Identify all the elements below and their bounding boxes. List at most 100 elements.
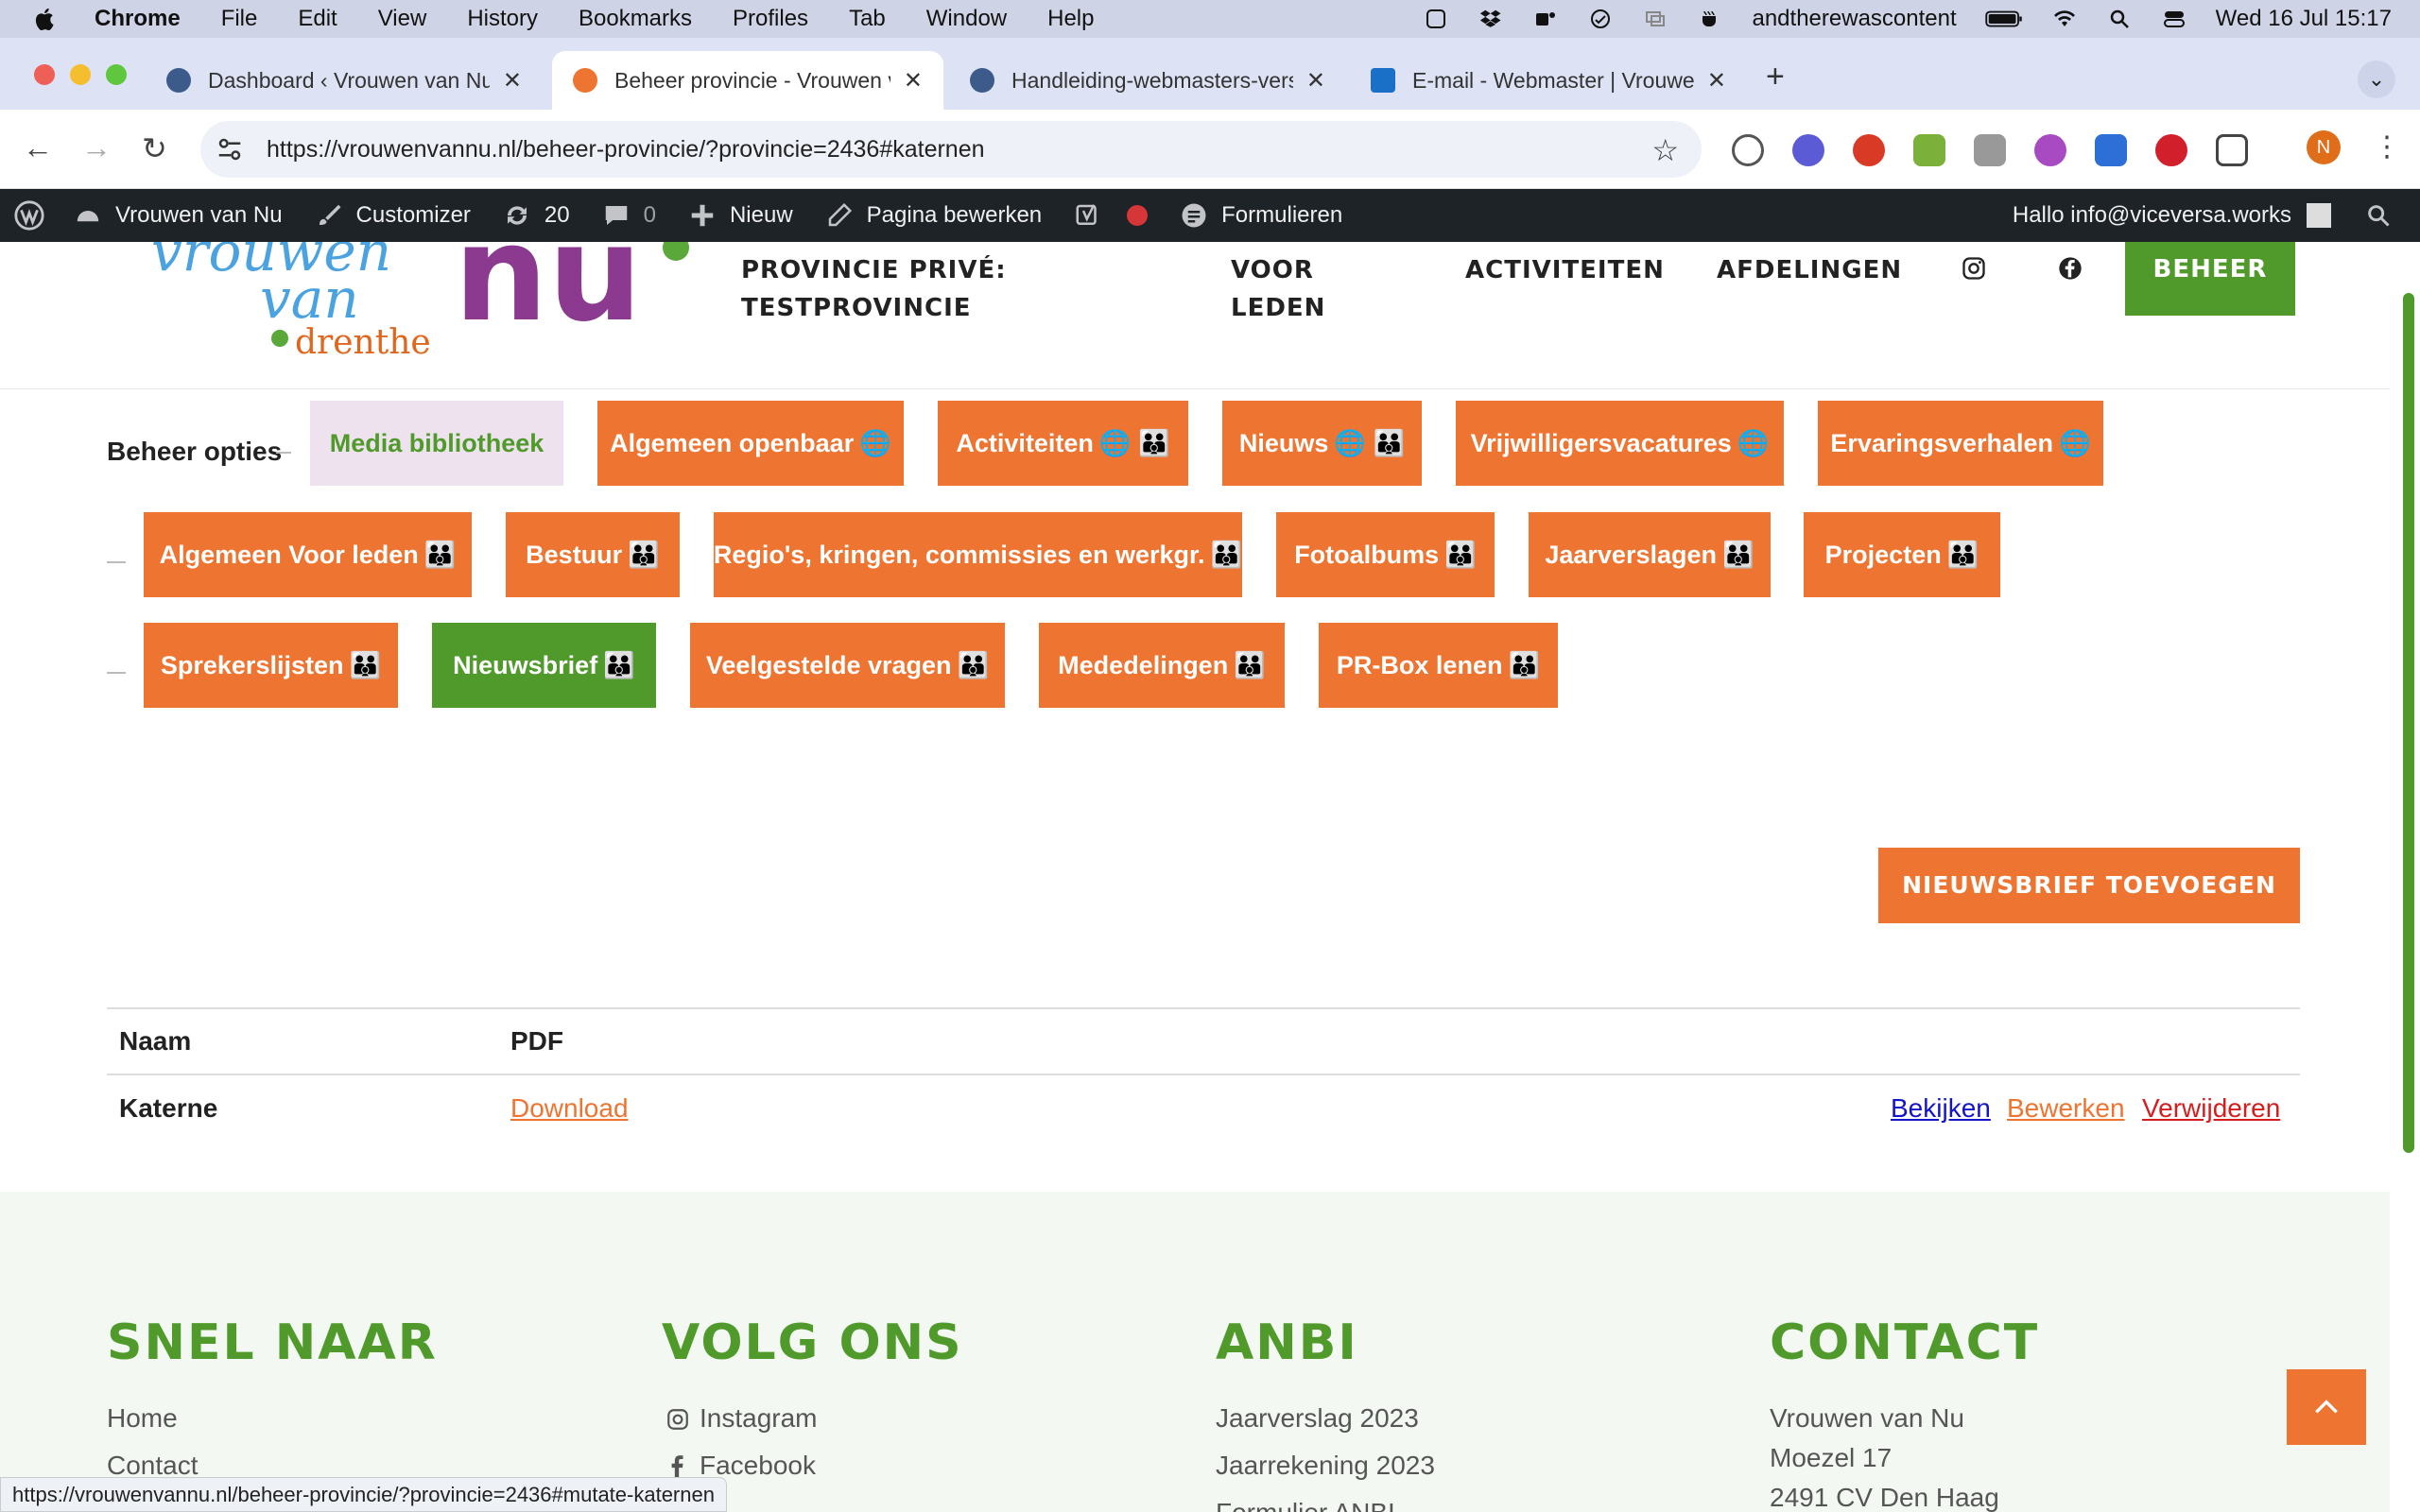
menu-help[interactable]: Help	[1047, 6, 1094, 32]
teams-icon[interactable]	[1532, 8, 1559, 30]
dropbox-icon[interactable]	[1478, 8, 1504, 30]
extension-green-icon[interactable]	[1913, 134, 1945, 166]
bookmark-star-icon[interactable]: ☆	[1651, 132, 1679, 168]
coffee-icon[interactable]	[1697, 8, 1723, 30]
bestuur-button[interactable]: Bestuur 👪	[506, 512, 680, 597]
extension-sparkle-icon[interactable]	[1792, 134, 1824, 166]
menu-tab[interactable]: Tab	[849, 6, 886, 32]
nieuws-button[interactable]: Nieuws 🌐 👪	[1222, 401, 1422, 486]
footer-link-formulier-anbi[interactable]: Formulier ANBI	[1216, 1498, 1395, 1512]
address-url[interactable]: https://vrouwenvannu.nl/beheer-provincie…	[267, 136, 985, 163]
control-center-icon[interactable]	[2161, 8, 2187, 30]
mededelingen-button[interactable]: Mededelingen 👪	[1039, 623, 1285, 708]
pr-box-lenen-button[interactable]: PR-Box lenen 👪	[1319, 623, 1558, 708]
battery-icon[interactable]	[1984, 8, 2023, 30]
footer-link-home[interactable]: Home	[107, 1403, 178, 1434]
forward-arrow-icon[interactable]: →	[81, 130, 112, 165]
new-tab-button[interactable]: +	[1766, 59, 1785, 95]
tab-dashboard[interactable]: Dashboard ‹ Vrouwen van Nu ✕	[146, 51, 543, 110]
ublock-icon[interactable]	[1853, 134, 1885, 166]
nav-afdelingen[interactable]: AFDELINGEN	[1717, 251, 1902, 289]
facebook-icon[interactable]	[2057, 255, 2083, 282]
activiteiten-button[interactable]: Activiteiten 🌐 👪	[938, 401, 1188, 486]
close-icon[interactable]: ✕	[904, 67, 923, 94]
admin-edit-page-link[interactable]: Pagina bewerken	[825, 201, 1042, 230]
algemeen-voor-leden-button[interactable]: Algemeen Voor leden 👪	[144, 512, 472, 597]
spotlight-search-icon[interactable]	[2106, 8, 2133, 30]
page-scrollbar-thumb[interactable]	[2403, 293, 2414, 1153]
camera-icon[interactable]	[1974, 134, 2006, 166]
admin-site-link[interactable]: Vrouwen van Nu	[74, 201, 283, 230]
wifi-icon[interactable]	[2051, 8, 2078, 30]
sync-cloud-icon[interactable]	[1587, 8, 1614, 30]
menu-view[interactable]: View	[378, 6, 427, 32]
projecten-button[interactable]: Projecten 👪	[1804, 512, 2000, 597]
extension-power-icon[interactable]	[2034, 134, 2066, 166]
maximize-window-button[interactable]	[106, 64, 127, 85]
close-icon[interactable]: ✕	[1707, 67, 1726, 94]
extension-tag-icon[interactable]	[2095, 134, 2127, 166]
menubar-account-name[interactable]: andtherewascontent	[1752, 6, 1956, 32]
menu-window[interactable]: Window	[926, 6, 1007, 32]
nav-voor-leden[interactable]: VOOR LEDEN	[1231, 251, 1325, 327]
admin-updates-link[interactable]: 20	[503, 201, 570, 230]
menu-history[interactable]: History	[467, 6, 538, 32]
close-window-button[interactable]	[34, 64, 55, 85]
back-arrow-icon[interactable]: ←	[23, 130, 53, 165]
tab-beheer-provincie[interactable]: Beheer provincie - Vrouwen van Nu ✕	[552, 51, 943, 110]
media-library-button[interactable]: Media bibliotheek	[310, 401, 563, 486]
ervaringsverhalen-button[interactable]: Ervaringsverhalen 🌐	[1818, 401, 2103, 486]
vrijwilligersvacatures-button[interactable]: Vrijwilligersvacatures 🌐	[1456, 401, 1784, 486]
password-manager-icon[interactable]	[1732, 134, 1764, 166]
user-avatar[interactable]	[2307, 203, 2331, 228]
algemeen-openbaar-button[interactable]: Algemeen openbaar 🌐	[597, 401, 904, 486]
nav-beheer-button[interactable]: BEHEER	[2125, 242, 2295, 316]
footer-link-jaarverslag[interactable]: Jaarverslag 2023	[1216, 1403, 1419, 1434]
address-bar[interactable]: https://vrouwenvannu.nl/beheer-provincie…	[200, 121, 1702, 178]
close-icon[interactable]: ✕	[1306, 67, 1325, 94]
veelgestelde-vragen-button[interactable]: Veelgestelde vragen 👪	[690, 623, 1005, 708]
screen-icon[interactable]	[1423, 8, 1449, 30]
menu-profiles[interactable]: Profiles	[733, 6, 808, 32]
apple-icon[interactable]	[32, 6, 59, 32]
nav-provincie-prive[interactable]: PROVINCIE PRIVÉ: TESTPROVINCIE	[741, 251, 1007, 327]
minimize-window-button[interactable]	[70, 64, 91, 85]
reload-icon[interactable]: ↻	[142, 130, 167, 166]
menubar-clock[interactable]: Wed 16 Jul 15:17	[2216, 6, 2392, 32]
instagram-icon[interactable]	[1961, 255, 1987, 282]
chrome-menu-icon[interactable]: ⋮	[2373, 130, 2401, 163]
download-link[interactable]: Download	[510, 1093, 629, 1124]
profile-avatar[interactable]: N	[2307, 130, 2341, 164]
menu-file[interactable]: File	[221, 6, 258, 32]
sprekerslijsten-button[interactable]: Sprekerslijsten 👪	[144, 623, 398, 708]
menu-app-chrome[interactable]: Chrome	[95, 6, 181, 32]
tab-handleiding[interactable]: Handleiding-webmasters-versie ✕	[949, 51, 1346, 110]
site-settings-icon[interactable]	[216, 135, 244, 163]
admin-new-link[interactable]: Nieuw	[688, 201, 793, 230]
menu-edit[interactable]: Edit	[298, 6, 337, 32]
footer-link-jaarrekening[interactable]: Jaarrekening 2023	[1216, 1451, 1435, 1481]
fotoalbums-button[interactable]: Fotoalbums 👪	[1276, 512, 1495, 597]
vrouwen-van-nu-logo[interactable]: vrouwen van nu drenthe	[151, 242, 700, 365]
regios-kringen-button[interactable]: Regio's, kringen, commissies en werkgr. 👪	[714, 512, 1242, 597]
admin-forms-link[interactable]: Formulieren	[1180, 201, 1342, 230]
close-icon[interactable]: ✕	[503, 67, 522, 94]
view-link[interactable]: Bekijken	[1891, 1093, 1991, 1124]
search-icon[interactable]	[2365, 202, 2392, 229]
extensions-puzzle-icon[interactable]	[2216, 134, 2248, 166]
admin-comments-link[interactable]: 0	[602, 201, 656, 230]
tab-email[interactable]: E-mail - Webmaster | Vrouwen van Nu ✕	[1350, 51, 1747, 110]
admin-yoast-link[interactable]	[1074, 201, 1149, 230]
mirror-icon[interactable]	[1642, 8, 1668, 30]
admin-customizer-link[interactable]: Customizer	[315, 201, 471, 230]
footer-link-instagram[interactable]: Instagram	[700, 1403, 818, 1434]
nav-activiteiten[interactable]: ACTIVITEITEN	[1465, 251, 1665, 289]
menu-bookmarks[interactable]: Bookmarks	[579, 6, 692, 32]
jaarverslagen-button[interactable]: Jaarverslagen 👪	[1529, 512, 1771, 597]
add-newsletter-button[interactable]: NIEUWSBRIEF TOEVOEGEN	[1878, 848, 2300, 923]
admin-greeting[interactable]: Hallo info@viceversa.works	[2013, 202, 2291, 229]
edit-link[interactable]: Bewerken	[2007, 1093, 2125, 1124]
delete-link[interactable]: Verwijderen	[2142, 1093, 2280, 1124]
tab-search-chevron-icon[interactable]: ⌄	[2358, 60, 2395, 98]
nieuwsbrief-button[interactable]: Nieuwsbrief 👪	[432, 623, 656, 708]
